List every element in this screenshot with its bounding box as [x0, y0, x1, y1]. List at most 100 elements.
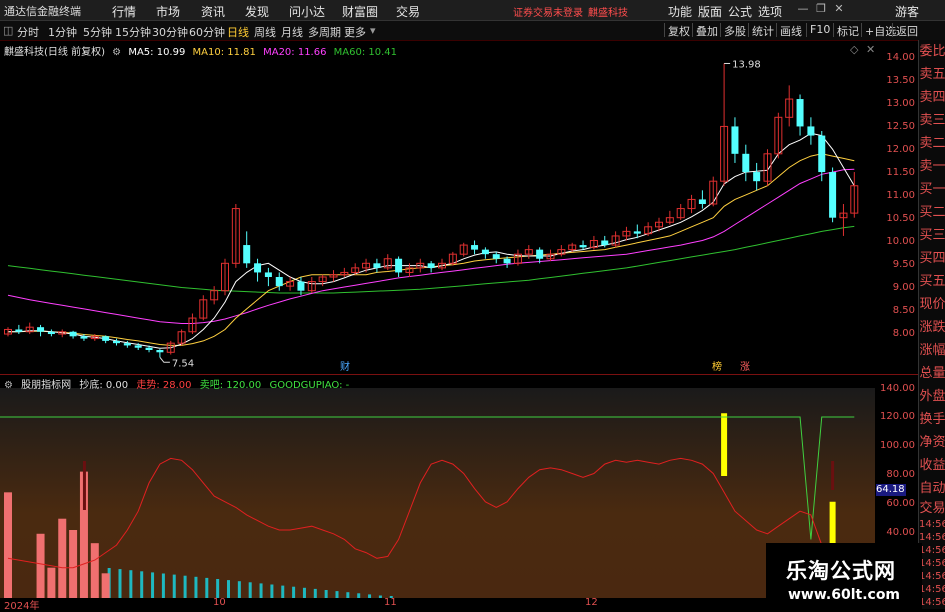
tool-tongji[interactable]: 统计 [748, 23, 774, 38]
sidebar-earnings[interactable]: 收益 [919, 454, 945, 477]
menu-caifuquan[interactable]: 财富圈 [342, 3, 378, 20]
indicator-zoushi: 走势: 28.00 [136, 380, 192, 391]
sidebar-netasset[interactable]: 净资 [919, 431, 945, 454]
more-dropdown-icon[interactable]: ▾ [370, 24, 376, 37]
quote-sidebar[interactable]: 委比 卖五 卖四 卖三 卖二 卖一 买一 买二 买三 买四 买五 现价 涨跌 涨… [918, 40, 945, 609]
menu-xuanxiang[interactable]: 选项 [758, 3, 782, 20]
settings-icon[interactable]: ⚙ [112, 47, 121, 58]
sidebar-weibi[interactable]: 委比 [919, 40, 945, 63]
period-fenshi[interactable]: 分时 [17, 24, 39, 40]
price-tick: 14.00 [886, 52, 915, 63]
tool-huaxian[interactable]: 画线 [776, 23, 802, 38]
price-tick: 9.50 [892, 259, 915, 270]
watermark: 乐淘公式网 www.60lt.com [766, 543, 922, 609]
sidebar-sell5[interactable]: 卖五 [919, 63, 945, 86]
sidebar-turnover[interactable]: 换手 [919, 408, 945, 431]
guest-label[interactable]: 游客 [895, 3, 919, 20]
menu-zixun[interactable]: 资讯 [201, 3, 225, 20]
login-status[interactable]: 证券交易未登录 [513, 4, 583, 19]
candle-body [373, 263, 381, 268]
date-tick: 10 [213, 597, 226, 608]
sidebar-sell3[interactable]: 卖三 [919, 109, 945, 132]
panel-divider[interactable] [0, 374, 918, 375]
tool-fanhui[interactable]: 返回 [892, 23, 918, 38]
period-30min[interactable]: 30分钟 [152, 24, 188, 40]
candle-body [243, 245, 251, 264]
sidebar-auto[interactable]: 自动 [919, 477, 945, 500]
period-15min[interactable]: 15分钟 [115, 24, 151, 40]
volume-bar [194, 576, 198, 598]
period-more[interactable]: 更多 [344, 24, 366, 40]
restore-icon[interactable]: ❐ [814, 2, 828, 16]
ma10-line [8, 153, 855, 346]
indicator-red-bar [101, 573, 110, 598]
menu-banmian[interactable]: 版面 [698, 3, 722, 20]
tool-biaoji[interactable]: 标记 [833, 23, 859, 38]
menu-faxian[interactable]: 发现 [245, 3, 269, 20]
sidebar-buy2[interactable]: 买二 [919, 201, 945, 224]
period-daily[interactable]: 日线 [227, 24, 249, 40]
period-monthly[interactable]: 月线 [281, 24, 303, 40]
sidebar-buy5[interactable]: 买五 [919, 270, 945, 293]
candle-body [753, 172, 761, 182]
candle-body [536, 249, 544, 259]
indicator-chart[interactable] [0, 388, 875, 598]
tool-f10[interactable]: F10 [806, 23, 830, 37]
candlestick-chart[interactable]: 13.98 7.54 财 榜 涨 [0, 40, 875, 375]
volume-bar [248, 582, 252, 598]
close-icon[interactable]: ✕ [832, 2, 846, 16]
event-tag: 榜 [712, 360, 722, 373]
indicator-settings-icon[interactable]: ⚙ [4, 380, 13, 391]
toolbar-handle-icon[interactable]: ◫ [3, 24, 13, 37]
candle-body [731, 126, 739, 154]
sidebar-buy4[interactable]: 买四 [919, 247, 945, 270]
sidebar-sell2[interactable]: 卖二 [919, 132, 945, 155]
candle-body [156, 350, 164, 353]
sidebar-change[interactable]: 涨跌 [919, 316, 945, 339]
tick-time: 14:56 [919, 584, 945, 595]
ma60-label: MA60: 10.41 [333, 47, 398, 58]
volume-bar [313, 588, 317, 598]
menu-wenxiaoda[interactable]: 问小达 [289, 3, 325, 20]
volume-bar [151, 572, 155, 598]
sidebar-sell4[interactable]: 卖四 [919, 86, 945, 109]
watermark-url: www.60lt.com [788, 587, 901, 603]
candle-body [601, 240, 609, 246]
date-tick: 11 [384, 597, 397, 608]
price-tick: 11.00 [886, 190, 915, 201]
sidebar-price[interactable]: 现价 [919, 293, 945, 316]
menu-gongneng[interactable]: 功能 [668, 3, 692, 20]
period-60min[interactable]: 60分钟 [189, 24, 225, 40]
menu-gongshi[interactable]: 公式 [728, 3, 752, 20]
sidebar-sell1[interactable]: 卖一 [919, 155, 945, 178]
menu-jiaoyi[interactable]: 交易 [396, 3, 420, 20]
sidebar-buy3[interactable]: 买三 [919, 224, 945, 247]
indicator-red-bar [90, 543, 99, 598]
sidebar-volume[interactable]: 总量 [919, 362, 945, 385]
sidebar-pct[interactable]: 涨幅 [919, 339, 945, 362]
volume-bar [183, 575, 187, 598]
sidebar-outer[interactable]: 外盘 [919, 385, 945, 408]
period-1min[interactable]: 1分钟 [48, 24, 77, 40]
tool-diejia[interactable]: 叠加 [692, 23, 718, 38]
menu-hangqing[interactable]: 行情 [112, 3, 136, 20]
tool-zixuan[interactable]: +自选 [861, 23, 896, 38]
period-multi[interactable]: 多周期 [308, 24, 341, 40]
tool-fuquan[interactable]: 复权 [664, 23, 690, 38]
sidebar-buy1[interactable]: 买一 [919, 178, 945, 201]
menu-shichang[interactable]: 市场 [156, 3, 180, 20]
volume-bar [302, 587, 306, 598]
ind-tick: 100.00 [880, 440, 915, 451]
diamond-icon[interactable]: ◇ [850, 43, 858, 56]
candle-body [742, 153, 750, 173]
indicator-red-bar [47, 567, 56, 598]
candle-body [492, 254, 500, 259]
tool-duogu[interactable]: 多股 [720, 23, 746, 38]
close-panel-icon[interactable]: ✕ [866, 43, 875, 56]
price-tick: 10.00 [886, 236, 915, 247]
minimize-icon[interactable]: — [796, 2, 810, 16]
sidebar-trade[interactable]: 交易 [919, 500, 945, 518]
tick-time: 14:56 [919, 545, 945, 556]
period-5min[interactable]: 5分钟 [83, 24, 112, 40]
period-weekly[interactable]: 周线 [254, 24, 276, 40]
